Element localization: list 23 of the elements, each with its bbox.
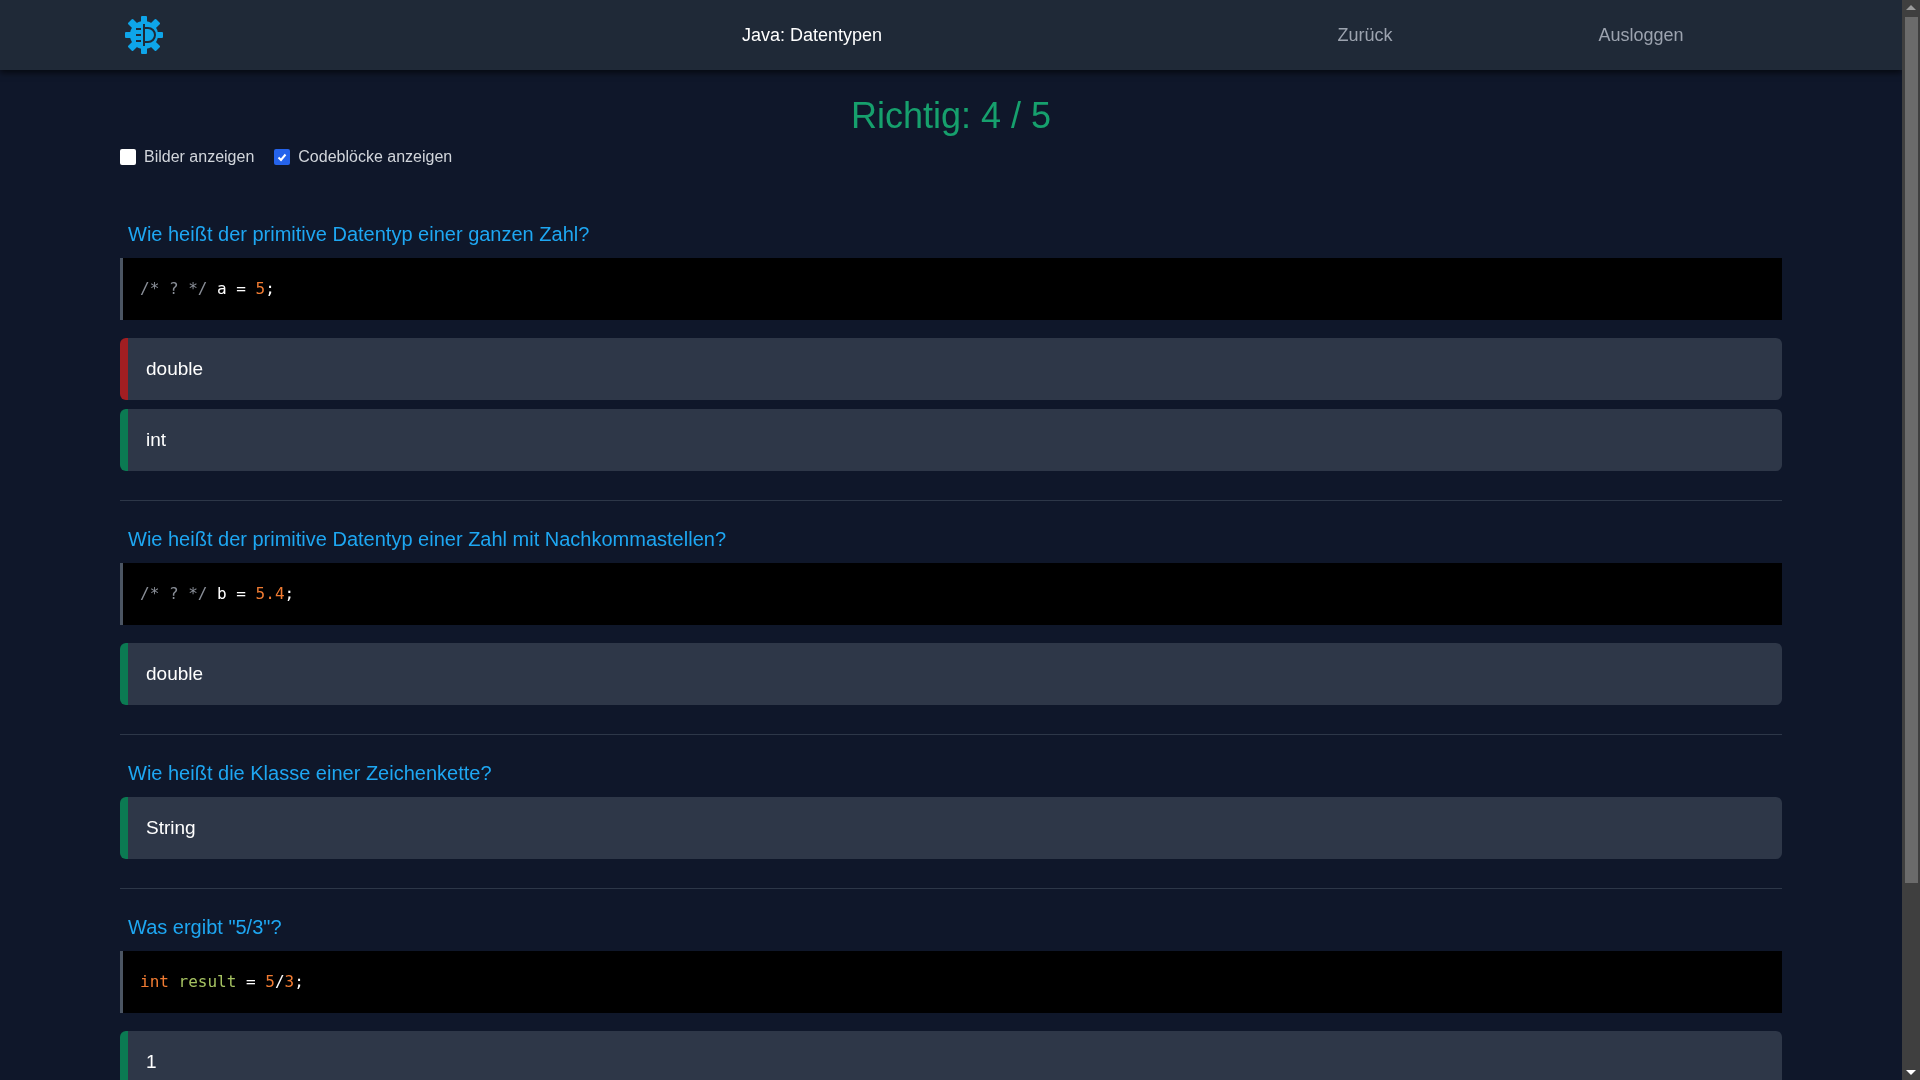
logout-link[interactable]: Ausloggen <box>1541 21 1741 49</box>
answer-card: String <box>120 797 1782 859</box>
answer-card: int <box>120 409 1782 471</box>
answer-card: double <box>120 643 1782 705</box>
code-block: /* ? */ a = 5; <box>120 258 1782 320</box>
code-block: int result = 5/3; <box>120 951 1782 1013</box>
question-title: Wie heißt die Klasse einer Zeichenkette? <box>127 761 493 786</box>
page-title: Java: Datentypen <box>740 23 884 47</box>
scrollbar[interactable] <box>1902 0 1920 1080</box>
code-block: /* ? */ b = 5.4; <box>120 563 1782 625</box>
checkbox[interactable] <box>120 149 136 165</box>
checkbox-label[interactable]: Bilder anzeigen <box>144 145 255 169</box>
question-title: Wie heißt der primitive Datentyp einer ganzen Zahl? <box>127 222 591 247</box>
back-link[interactable]: Zurück <box>1265 21 1465 49</box>
scroll-thumb[interactable] <box>1904 17 1918 883</box>
checkbox-label[interactable]: Codeblöcke anzeigen <box>298 145 453 169</box>
gear-icon[interactable] <box>123 14 165 56</box>
score-heading: Richtig: 4 / 5 <box>849 94 1053 138</box>
checkbox[interactable] <box>274 149 291 165</box>
question-title: Was ergibt "5/3"? <box>127 915 283 940</box>
answer-card: 1 <box>120 1031 1782 1080</box>
question-title: Wie heißt der primitive Datentyp einer Zahl mit Nachkommastellen? <box>127 527 727 552</box>
answer-card: double <box>120 338 1782 400</box>
